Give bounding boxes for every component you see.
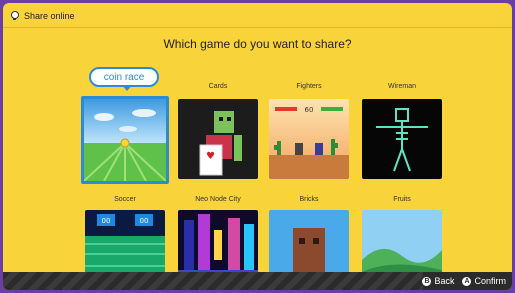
back-label: Back [434, 276, 455, 286]
game-label-cards: Cards [208, 83, 228, 90]
svg-text:♥: ♥ [206, 151, 215, 162]
game-label-soccer: Soccer [114, 196, 136, 203]
control-hints: B Back A Confirm [422, 272, 506, 290]
share-online-screen: Share online Which game do you want to s… [3, 3, 512, 290]
b-button-icon: B [422, 276, 432, 286]
coin-race-thumbnail [84, 99, 166, 181]
confirm-control[interactable]: A Confirm [462, 276, 506, 286]
back-control[interactable]: B Back [422, 276, 454, 286]
selected-game-tooltip: coin race [89, 67, 159, 91]
game-tile-fighters[interactable]: 60 [269, 99, 349, 179]
game-label-fruits: Fruits [393, 196, 411, 203]
game-tile-cards[interactable]: ♥ [178, 99, 258, 179]
soccer-score-right: 00 [140, 217, 149, 225]
lightbulb-icon [9, 11, 19, 21]
game-label-fighters: Fighters [296, 83, 322, 90]
header-title: Share online [24, 11, 75, 21]
header-divider [3, 27, 512, 28]
confirm-label: Confirm [474, 276, 506, 286]
soccer-score-left: 00 [102, 217, 111, 225]
game-label-neo-node-city: Neo Node City [195, 196, 241, 203]
game-label-wireman: Wireman [387, 83, 416, 90]
game-tile-wireman[interactable] [362, 99, 442, 179]
cards-thumbnail: ♥ [178, 99, 258, 179]
wireman-thumbnail [362, 99, 442, 179]
bottom-control-bar: B Back A Confirm [3, 272, 512, 290]
fighters-score: 60 [305, 106, 314, 114]
game-tile-coin-race[interactable] [81, 96, 169, 184]
fighters-thumbnail: 60 [269, 99, 349, 179]
prompt-text: Which game do you want to share? [163, 37, 352, 51]
game-label-bricks: Bricks [299, 196, 319, 203]
header: Share online [9, 11, 75, 21]
bottom-bar-stripes [3, 272, 423, 290]
a-button-icon: A [462, 276, 472, 286]
